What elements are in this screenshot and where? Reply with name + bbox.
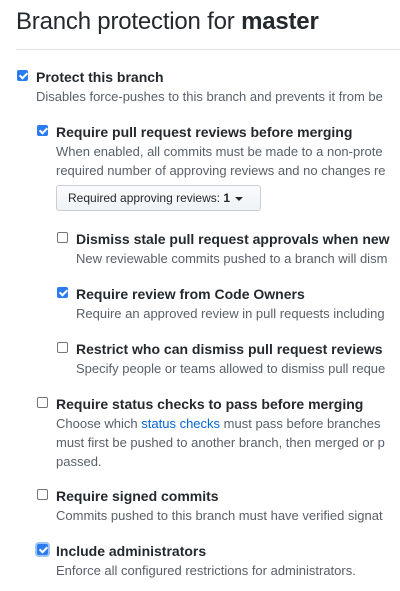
dismiss-stale-checkbox[interactable] [57, 232, 68, 243]
signed-commits-checkbox[interactable] [37, 489, 48, 500]
required-reviews-value: 1 [223, 191, 231, 205]
caret-down-icon [235, 196, 244, 201]
status-checks-note-line2: must first be pushed to another branch, … [56, 435, 385, 450]
require-reviews-note-line2: required number of approving reviews and… [56, 163, 386, 178]
status-checks-note-line3: passed. [56, 454, 102, 469]
include-admins-checkbox[interactable] [37, 544, 48, 555]
restrict-dismiss-checkbox[interactable] [57, 342, 68, 353]
status-checks-note-prefix: Choose which [56, 416, 142, 431]
page-title: Branch protection for master [16, 8, 319, 36]
page-title-prefix: Branch protection for [16, 8, 242, 35]
require-reviews-label: Require pull request reviews before merg… [56, 124, 353, 140]
dismiss-stale-note: New reviewable commits pushed to a branc… [76, 251, 388, 266]
code-owners-label: Require review from Code Owners [76, 286, 305, 302]
status-checks-note-line1: Choose which status checks must pass bef… [56, 414, 380, 433]
require-reviews-note-line1: When enabled, all commits must be made t… [56, 144, 383, 159]
status-checks-label: Require status checks to pass before mer… [56, 396, 364, 412]
signed-commits-label: Require signed commits [56, 488, 219, 504]
status-checks-link[interactable]: status checks [141, 416, 220, 431]
divider [16, 49, 400, 50]
protect-branch-checkbox[interactable] [17, 70, 28, 81]
branch-name: master [241, 8, 319, 35]
required-reviews-dropdown[interactable]: Required approving reviews: 1 [56, 185, 261, 211]
status-checks-checkbox[interactable] [37, 397, 48, 408]
code-owners-checkbox[interactable] [57, 287, 68, 298]
include-admins-note: Enforce all configured restrictions for … [56, 563, 356, 578]
require-reviews-checkbox[interactable] [37, 125, 48, 136]
required-reviews-dropdown-label: Required approving reviews: [68, 191, 224, 205]
dismiss-stale-label: Dismiss stale pull request approvals whe… [76, 231, 390, 247]
restrict-dismiss-note: Specify people or teams allowed to dismi… [76, 361, 386, 376]
status-checks-note-suffix: must pass before branches [220, 416, 381, 431]
signed-commits-note: Commits pushed to this branch must have … [56, 508, 383, 523]
code-owners-note: Require an approved review in pull reque… [76, 306, 385, 321]
protect-branch-note: Disables force-pushes to this branch and… [36, 89, 383, 104]
include-admins-label: Include administrators [56, 543, 207, 559]
protect-branch-label: Protect this branch [36, 69, 164, 85]
restrict-dismiss-label: Restrict who can dismiss pull request re… [76, 341, 383, 357]
